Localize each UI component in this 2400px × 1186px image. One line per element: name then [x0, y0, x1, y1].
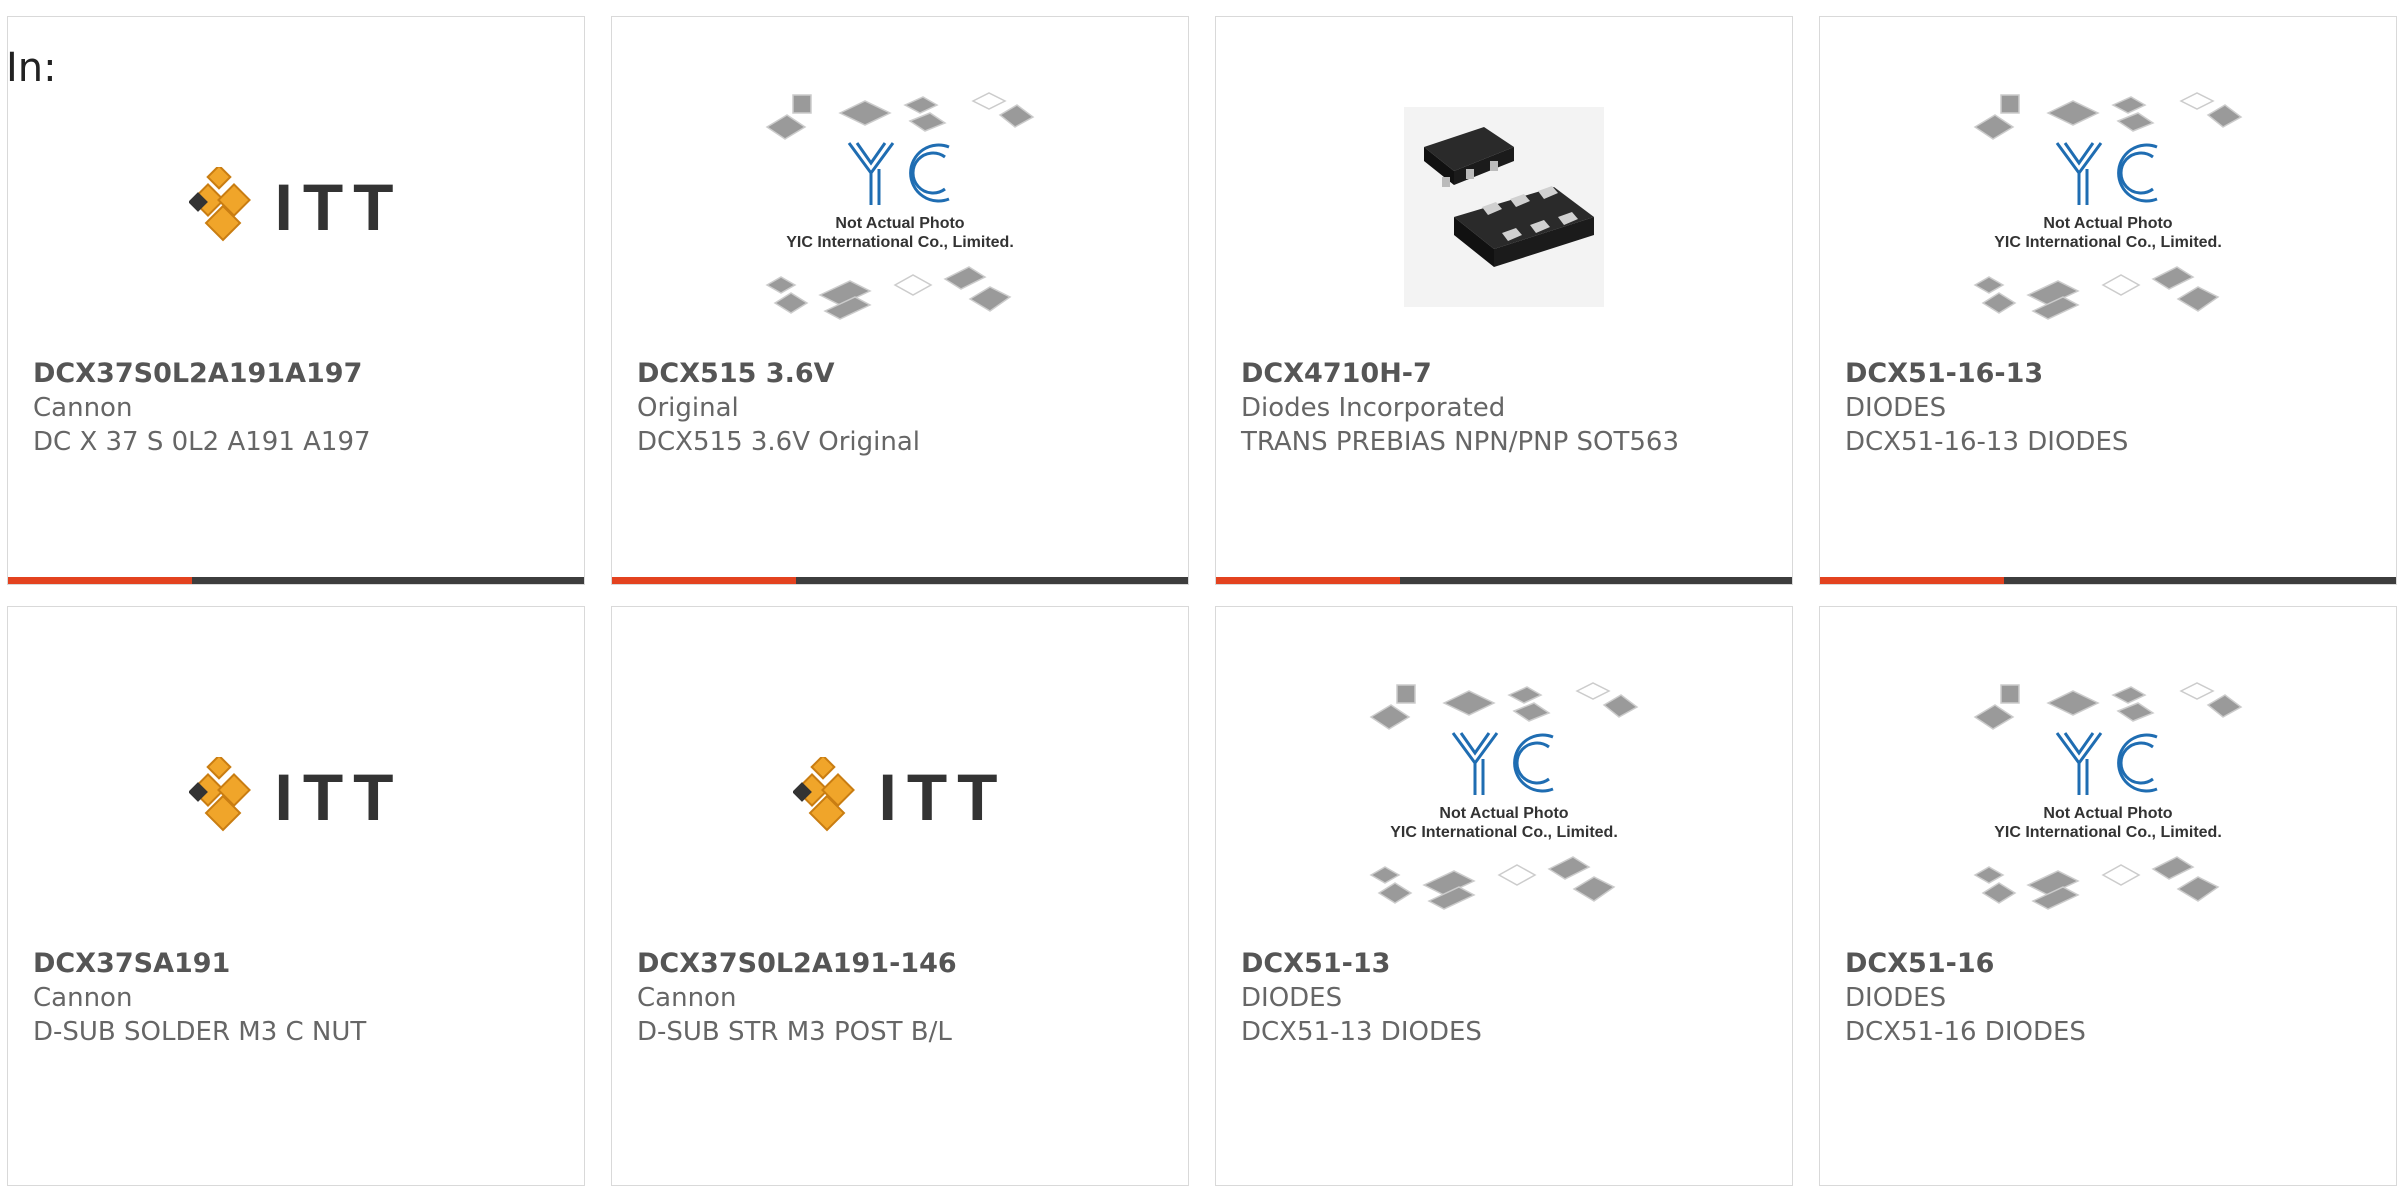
product-card[interactable]: Not Actual Photo YIC International Co., …: [1819, 606, 2397, 1186]
product-image[interactable]: Not Actual Photo YIC International Co., …: [612, 77, 1188, 337]
product-card[interactable]: ITT DCX37S0L2A191A197 Cannon DC X 37 S 0…: [7, 16, 585, 585]
placeholder-caption-2: YIC International Co., Limited.: [1994, 824, 2222, 841]
description: DCX515 3.6V Original: [637, 427, 921, 457]
part-number[interactable]: DCX37S0L2A191A197: [33, 357, 564, 391]
placeholder-caption-2: YIC International Co., Limited.: [1390, 824, 1618, 841]
manufacturer: DIODES: [1241, 983, 1343, 1013]
description: D-SUB STR M3 POST B/L: [637, 1017, 952, 1047]
chip-photo: [1404, 107, 1604, 307]
product-image[interactable]: Not Actual Photo YIC International Co., …: [1820, 667, 2396, 927]
card-progress-bar: [8, 577, 584, 584]
card-progress-fill: [8, 577, 193, 584]
yic-placeholder-image: Not Actual Photo YIC International Co., …: [1369, 677, 1639, 917]
product-card[interactable]: Not Actual Photo YIC International Co., …: [1215, 606, 1793, 1186]
part-number[interactable]: DCX37S0L2A191-146: [637, 947, 1168, 981]
product-card[interactable]: ITT DCX37S0L2A191-146 Cannon D-SUB STR M…: [611, 606, 1189, 1186]
manufacturer: Cannon: [637, 983, 737, 1013]
manufacturer: Cannon: [33, 393, 133, 423]
part-number[interactable]: DCX51-16-13: [1845, 357, 2376, 391]
manufacturer: DIODES: [1845, 983, 1947, 1013]
card-progress-bar: [612, 577, 1188, 584]
manufacturer: DIODES: [1845, 393, 1947, 423]
yic-placeholder-image: Not Actual Photo YIC International Co., …: [765, 87, 1035, 327]
description: DCX51-13 DIODES: [1241, 1017, 1482, 1047]
product-image[interactable]: ITT: [8, 77, 584, 337]
product-card[interactable]: Not Actual Photo YIC International Co., …: [1819, 16, 2397, 585]
itt-logo: ITT: [792, 757, 1008, 837]
filter-label: In:: [6, 45, 57, 91]
placeholder-caption-1: Not Actual Photo: [2043, 215, 2173, 232]
card-progress-bar: [1216, 577, 1792, 584]
manufacturer: Cannon: [33, 983, 133, 1013]
product-image[interactable]: Not Actual Photo YIC International Co., …: [1216, 667, 1792, 927]
placeholder-caption-1: Not Actual Photo: [1439, 805, 1569, 822]
description: TRANS PREBIAS NPN/PNP SOT563: [1241, 427, 1680, 457]
card-progress-fill: [612, 577, 797, 584]
itt-logo: ITT: [188, 167, 404, 247]
part-number[interactable]: DCX515 3.6V: [637, 357, 1168, 391]
manufacturer: Original: [637, 393, 739, 423]
product-card[interactable]: DCX4710H-7 Diodes Incorporated TRANS PRE…: [1215, 16, 1793, 585]
placeholder-caption-1: Not Actual Photo: [2043, 805, 2173, 822]
part-number[interactable]: DCX51-13: [1241, 947, 1772, 981]
placeholder-caption-1: Not Actual Photo: [835, 215, 965, 232]
card-progress-bar: [1820, 577, 2396, 584]
manufacturer: Diodes Incorporated: [1241, 393, 1506, 423]
part-number[interactable]: DCX51-16: [1845, 947, 2376, 981]
description: DCX51-16 DIODES: [1845, 1017, 2086, 1047]
yic-placeholder-image: Not Actual Photo YIC International Co., …: [1973, 87, 2243, 327]
card-progress-fill: [1216, 577, 1401, 584]
placeholder-caption-2: YIC International Co., Limited.: [786, 234, 1014, 251]
part-number[interactable]: DCX4710H-7: [1241, 357, 1772, 391]
product-image[interactable]: [1216, 77, 1792, 337]
product-image[interactable]: ITT: [8, 667, 584, 927]
product-card[interactable]: Not Actual Photo YIC International Co., …: [611, 16, 1189, 585]
description: D-SUB SOLDER M3 C NUT: [33, 1017, 367, 1047]
description: DCX51-16-13 DIODES: [1845, 427, 2129, 457]
yic-placeholder-image: Not Actual Photo YIC International Co., …: [1973, 677, 2243, 917]
part-number[interactable]: DCX37SA191: [33, 947, 564, 981]
placeholder-caption-2: YIC International Co., Limited.: [1994, 234, 2222, 251]
itt-logo: ITT: [188, 757, 404, 837]
product-image[interactable]: Not Actual Photo YIC International Co., …: [1820, 77, 2396, 337]
card-progress-fill: [1820, 577, 2005, 584]
description: DC X 37 S 0L2 A191 A197: [33, 427, 371, 457]
product-card[interactable]: ITT DCX37SA191 Cannon D-SUB SOLDER M3 C …: [7, 606, 585, 1186]
product-image[interactable]: ITT: [612, 667, 1188, 927]
